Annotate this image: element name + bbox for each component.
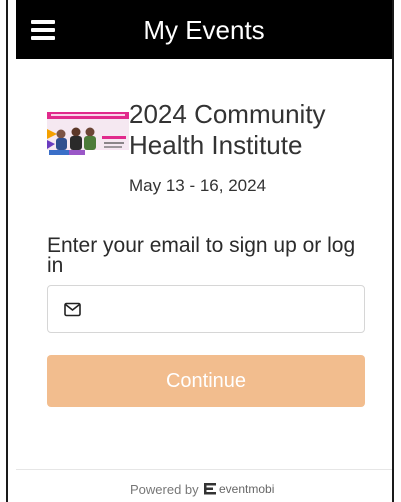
page-title: My Events [143, 15, 265, 45]
event-thumbnail [47, 112, 129, 157]
event-thumbnail-image [47, 112, 129, 157]
email-input[interactable] [94, 286, 358, 334]
top-navigation-bar: My Events [16, 0, 392, 59]
right-window-edge [392, 0, 401, 502]
left-window-edge [0, 0, 8, 502]
powered-by-text: Powered by [130, 482, 199, 497]
event-title: 2024 Community Health Institute [129, 99, 326, 160]
event-login-app: My Events 2024 Community Health Institut… [16, 0, 392, 502]
hamburger-menu-icon[interactable] [31, 20, 55, 40]
email-field[interactable] [47, 285, 365, 334]
email-prompt-label: Enter your email to sign up or log in [47, 234, 356, 277]
eventmobi-brand-text[interactable]: eventmobi [219, 482, 274, 496]
event-dates: May 13 - 16, 2024 [129, 176, 267, 195]
continue-button[interactable]: Continue [47, 355, 365, 407]
footer: Powered by eventmobi [16, 470, 392, 502]
mail-icon [64, 302, 81, 317]
browser-viewport: My Events 2024 Community Health Institut… [0, 0, 401, 502]
eventmobi-logo-icon[interactable] [203, 481, 219, 497]
